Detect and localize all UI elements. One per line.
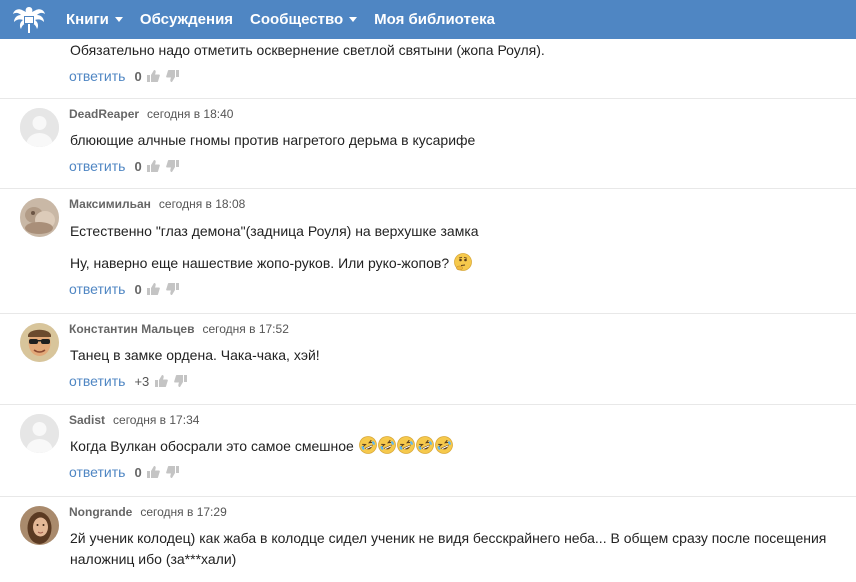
reply-link[interactable]: ответить: [69, 281, 125, 297]
nav-books-label: Книги: [66, 11, 109, 28]
comment-time: сегодня в 17:52: [202, 322, 289, 336]
comment-item: Nongrande сегодня в 17:29 2й ученик коло…: [0, 497, 856, 582]
comment-meta: Константин Мальцев сегодня в 17:52: [69, 322, 289, 336]
comment-item: Константин Мальцев сегодня в 17:52 Танец…: [0, 314, 856, 405]
nav-my-library-label: Моя библиотека: [374, 11, 495, 28]
author-name[interactable]: Nongrande: [69, 505, 132, 519]
default-avatar-icon: [20, 108, 59, 147]
thumbs-down-icon[interactable]: [173, 374, 187, 388]
nav-discussions-label: Обсуждения: [139, 11, 234, 28]
thumbs-down-icon[interactable]: [166, 282, 180, 296]
nav-my-library[interactable]: Моя библиотека: [374, 11, 495, 28]
photo-avatar-woman: [20, 506, 59, 545]
chevron-down-icon: [114, 17, 123, 22]
nav-community[interactable]: Сообщество: [250, 11, 358, 28]
author-name[interactable]: Sadist: [69, 413, 105, 427]
emoji-row: [358, 436, 453, 454]
comment-text: Обязательно надо отметить осквернение св…: [70, 42, 545, 58]
author-name[interactable]: Максимильан: [69, 197, 151, 211]
default-avatar-icon: [20, 414, 59, 453]
comment-text-line-2: Ну, наверно еще нашествие жопо-руков. Ил…: [70, 253, 842, 274]
comments-list: Обязательно надо отметить осквернение св…: [0, 39, 856, 582]
comment-meta: DeadReaper сегодня в 18:40: [69, 107, 233, 121]
top-navigation-bar: Книги Обсуждения Сообщество Моя библиоте…: [0, 0, 856, 39]
comment-time: сегодня в 18:08: [158, 197, 246, 211]
thumbs-down-icon[interactable]: [166, 159, 180, 173]
nav-books[interactable]: Книги: [66, 11, 123, 28]
comment-item: Обязательно надо отметить осквернение св…: [0, 39, 856, 99]
vote-score: 0: [134, 68, 142, 84]
main-nav: Книги Обсуждения Сообщество Моя библиоте…: [66, 11, 512, 28]
comment-item: DeadReaper сегодня в 18:40 блюющие алчны…: [0, 99, 856, 189]
thumbs-up-icon[interactable]: [147, 69, 161, 83]
thumbs-up-icon[interactable]: [147, 159, 161, 173]
comment-meta: Nongrande сегодня в 17:29: [69, 505, 227, 519]
thinking-face-emoji: [454, 253, 472, 271]
comment-item: Максимильан сегодня в 18:08 Естественно …: [0, 189, 856, 314]
rolling-on-floor-laughing-emoji: [434, 436, 453, 454]
comment-text-line: Когда Вулкан обосрали это самое смешное: [70, 436, 842, 457]
site-logo-icon[interactable]: [9, 0, 49, 39]
avatar[interactable]: [20, 506, 59, 545]
comment-text: Когда Вулкан обосрали это самое смешное: [70, 438, 354, 454]
rolling-on-floor-laughing-emoji: [396, 436, 415, 454]
nav-discussions[interactable]: Обсуждения: [140, 11, 233, 28]
thumbs-down-icon[interactable]: [166, 69, 180, 83]
comment-actions: ответить 0: [69, 281, 180, 297]
comment-actions: ответить 0: [69, 68, 180, 84]
thumbs-up-icon[interactable]: [154, 374, 168, 388]
thumbs-up-icon[interactable]: [147, 282, 161, 296]
photo-avatar: [20, 198, 59, 237]
vote-score: +3: [134, 373, 150, 389]
comment-text: блюющие алчные гномы против нагретого де…: [70, 132, 476, 148]
author-name[interactable]: DeadReaper: [69, 107, 139, 121]
reply-link[interactable]: ответить: [69, 464, 125, 480]
comment-actions: ответить 0: [69, 464, 180, 480]
comment-meta: Sadist сегодня в 17:34: [69, 413, 199, 427]
vote-score: 0: [134, 281, 142, 297]
author-name[interactable]: Константин Мальцев: [69, 322, 194, 336]
reply-link[interactable]: ответить: [69, 158, 125, 174]
comment-time: сегодня в 17:34: [113, 413, 200, 427]
comment-text: Ну, наверно еще нашествие жопо-руков. Ил…: [70, 255, 450, 271]
comment-text: Естественно "глаз демона"(задница Роуля)…: [70, 223, 479, 239]
reply-link[interactable]: ответить: [69, 373, 125, 389]
avatar[interactable]: [20, 414, 59, 453]
comment-text: Танец в замке ордена. Чака-чака, хэй!: [70, 347, 320, 363]
comment-meta: Максимильан сегодня в 18:08: [69, 197, 245, 211]
comment-item: Sadist сегодня в 17:34 Когда Вулкан обос…: [0, 405, 856, 497]
comment-time: сегодня в 17:29: [140, 505, 227, 519]
vote-score: 0: [134, 464, 142, 480]
vote-score: 0: [134, 158, 142, 174]
comment-actions: ответить +3: [69, 373, 187, 389]
rolling-on-floor-laughing-emoji: [415, 436, 434, 454]
chevron-down-icon: [349, 17, 358, 22]
photo-avatar-sunglasses: [20, 323, 59, 362]
rolling-on-floor-laughing-emoji: [358, 436, 377, 454]
avatar[interactable]: [20, 108, 59, 147]
comment-time: сегодня в 18:40: [147, 107, 234, 121]
comment-actions: ответить 0: [69, 158, 180, 174]
thumbs-up-icon[interactable]: [147, 465, 161, 479]
reply-link[interactable]: ответить: [69, 68, 125, 84]
avatar[interactable]: [20, 198, 59, 237]
avatar[interactable]: [20, 323, 59, 362]
nav-community-label: Сообщество: [250, 11, 344, 28]
rolling-on-floor-laughing-emoji: [377, 436, 396, 454]
comment-text: 2й ученик колодец) как жаба в колодце си…: [70, 530, 827, 567]
thumbs-down-icon[interactable]: [166, 465, 180, 479]
